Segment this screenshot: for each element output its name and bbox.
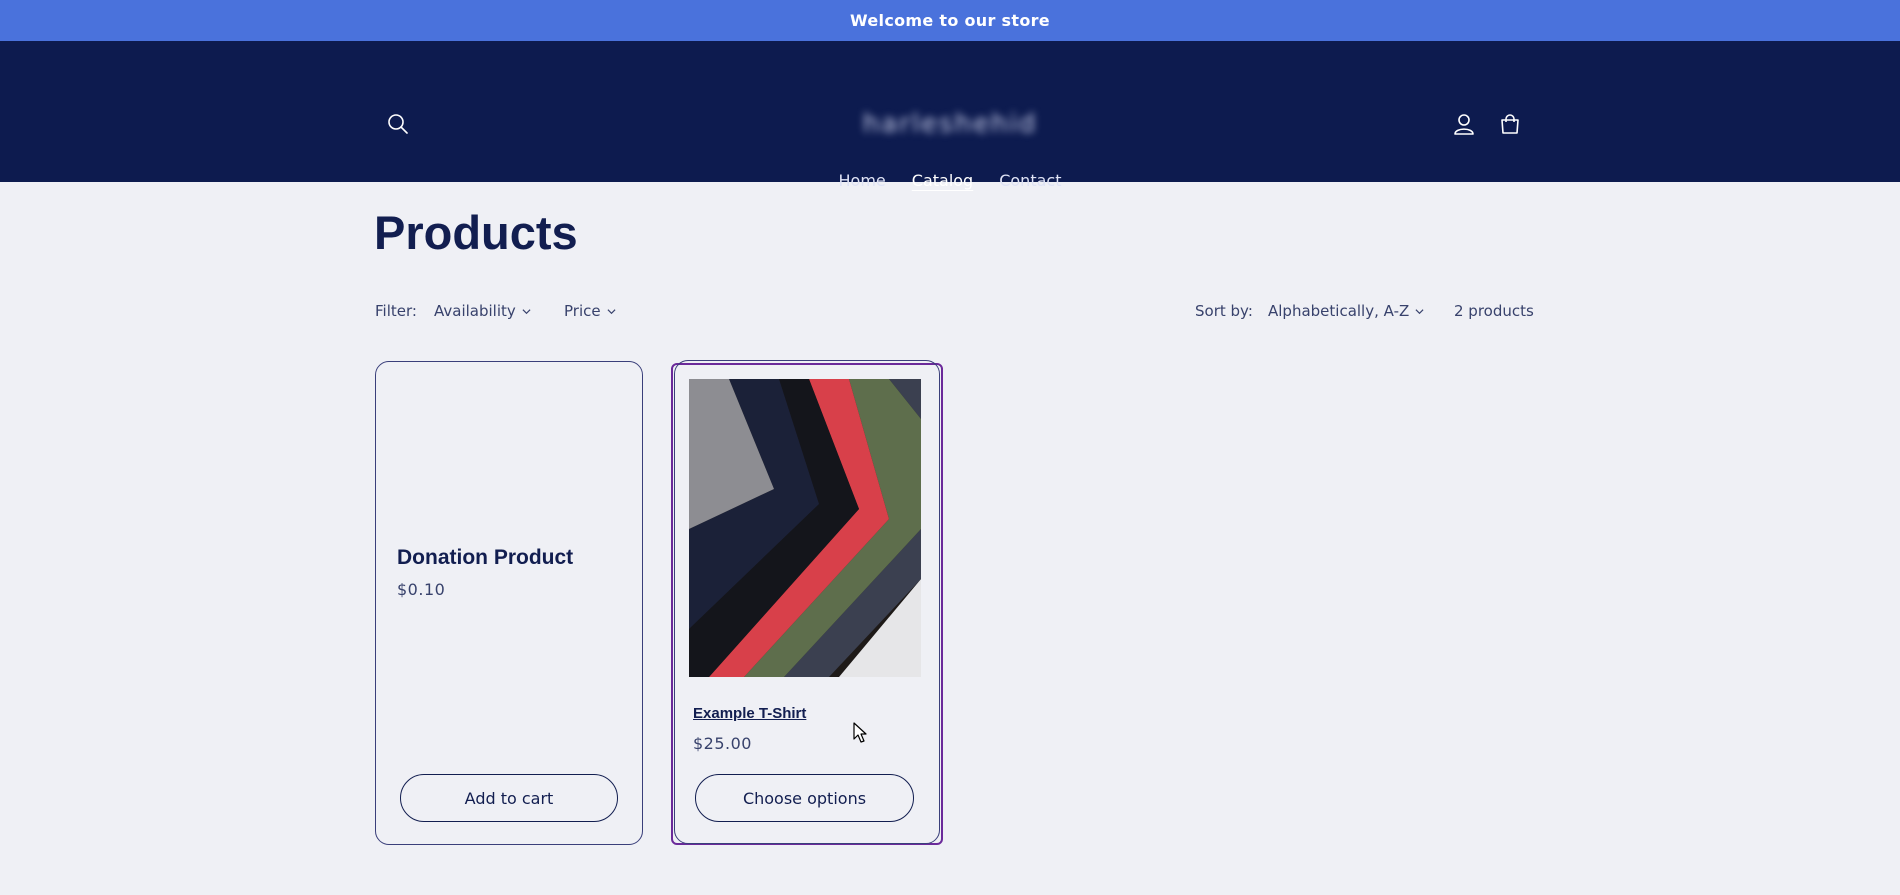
sort-select[interactable]: Alphabetically, A-Z <box>1268 302 1424 320</box>
account-icon <box>1454 114 1474 135</box>
main-nav: Home Catalog Contact <box>0 171 1900 190</box>
page-title: Products <box>374 206 578 259</box>
account-button[interactable] <box>1446 106 1482 142</box>
product-count: 2 products <box>1454 302 1534 320</box>
announcement-bar: Welcome to our store <box>0 0 1900 41</box>
chevron-down-icon <box>522 308 531 314</box>
tshirt-stack-image <box>689 379 921 677</box>
mouse-cursor-icon <box>853 722 867 743</box>
site-header: harleshehid Home Catalog Contact <box>0 41 1900 190</box>
nav-catalog[interactable]: Catalog <box>912 171 973 190</box>
cart-button[interactable] <box>1492 106 1528 142</box>
chevron-down-icon <box>607 308 616 314</box>
choose-options-button[interactable]: Choose options <box>695 774 914 822</box>
availability-filter[interactable]: Availability <box>434 302 531 320</box>
facets-toolbar: Filter: Availability Price Sort by: Alph… <box>375 302 1534 324</box>
sort-label: Sort by: <box>1195 302 1253 320</box>
price-filter[interactable]: Price <box>564 302 616 320</box>
price-filter-label: Price <box>564 302 601 320</box>
product-image[interactable] <box>689 379 921 677</box>
product-price: $25.00 <box>693 734 752 753</box>
announcement-text: Welcome to our store <box>850 11 1050 30</box>
nav-home[interactable]: Home <box>839 171 886 190</box>
chevron-down-icon <box>1415 308 1424 314</box>
availability-filter-label: Availability <box>434 302 516 320</box>
product-title[interactable]: Donation Product <box>397 546 573 570</box>
cart-icon <box>1501 114 1519 134</box>
filter-label: Filter: <box>375 302 417 320</box>
nav-contact[interactable]: Contact <box>999 171 1061 190</box>
product-title-link[interactable]: Example T-Shirt <box>693 705 806 722</box>
store-logo[interactable]: harleshehid <box>0 109 1900 139</box>
sort-selected-value: Alphabetically, A-Z <box>1268 302 1410 320</box>
add-to-cart-button[interactable]: Add to cart <box>400 774 618 822</box>
product-card-donation[interactable] <box>375 361 643 845</box>
product-price: $0.10 <box>397 580 446 599</box>
